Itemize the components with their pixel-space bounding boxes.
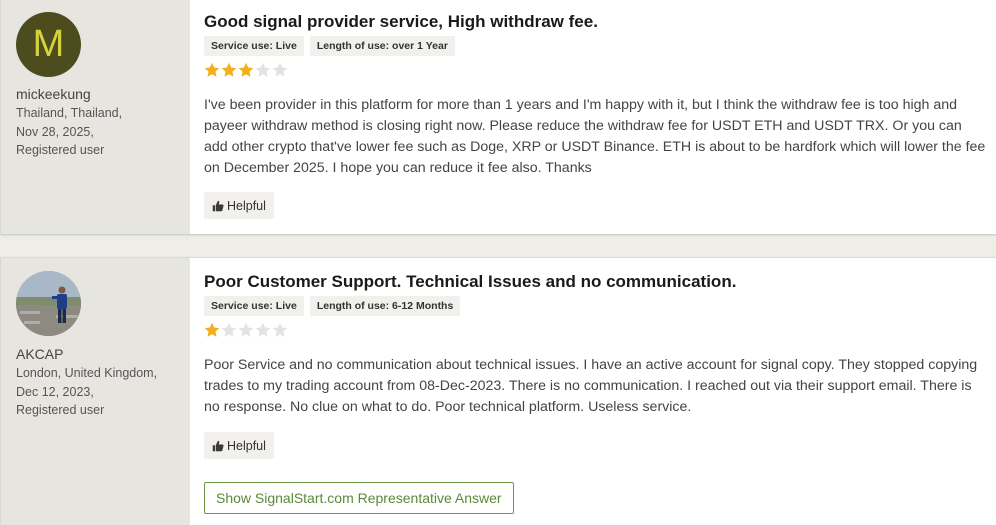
user-type: Registered user <box>16 403 105 417</box>
review-body: Poor Service and no communication about … <box>204 357 978 415</box>
reviewer-meta: London, United Kingdom, Dec 12, 2023, Re… <box>16 364 157 420</box>
avatar: M <box>16 12 81 77</box>
review-badges: Service use: Live Length of use: 6-12 Mo… <box>204 296 461 316</box>
star-empty-icon <box>272 322 288 337</box>
reviewer-username: AKCAP <box>16 346 64 362</box>
review-date: Dec 12, 2023, <box>16 384 94 399</box>
star-filled-icon <box>221 62 237 77</box>
avatar-letter: M <box>32 23 65 65</box>
review-content: Good signal provider service, High withd… <box>190 0 996 234</box>
thumbs-up-icon <box>212 440 224 451</box>
helpful-button[interactable]: Helpful <box>204 432 274 459</box>
star-filled-icon <box>238 62 254 77</box>
helpful-label: Helpful <box>227 438 266 453</box>
reviewer-sidebar: M mickeekung Thailand, Thailand, Nov 28,… <box>0 0 190 234</box>
thumbs-up-icon <box>212 200 224 211</box>
star-empty-icon <box>255 322 271 337</box>
star-filled-icon <box>204 322 220 337</box>
star-empty-icon <box>221 322 237 337</box>
length-of-use-badge: Length of use: over 1 Year <box>309 36 455 56</box>
review-body: I've been provider in this platform for … <box>204 97 986 176</box>
reviewer-sidebar: AKCAP London, United Kingdom, Dec 12, 20… <box>0 258 190 525</box>
review-date: Nov 28, 2025, <box>16 124 94 139</box>
user-type: Registered user <box>16 143 105 157</box>
review-content: Poor Customer Support. Technical Issues … <box>190 258 996 525</box>
avatar-photo <box>16 271 81 336</box>
reviewer-username: mickeekung <box>16 86 91 102</box>
reviewer-location: London, United Kingdom, <box>16 366 158 380</box>
helpful-label: Helpful <box>227 198 266 213</box>
star-empty-icon <box>255 62 271 77</box>
service-use-badge: Service use: Live <box>204 296 304 316</box>
star-rating <box>204 322 288 338</box>
review-title: Good signal provider service, High withd… <box>204 12 598 31</box>
review-badges: Service use: Live Length of use: over 1 … <box>204 36 455 56</box>
reviewer-meta: Thailand, Thailand, Nov 28, 2025, Regist… <box>16 104 122 160</box>
star-filled-icon <box>204 62 220 77</box>
review-title: Poor Customer Support. Technical Issues … <box>204 272 737 291</box>
review-card: M mickeekung Thailand, Thailand, Nov 28,… <box>0 0 996 234</box>
avatar <box>16 271 81 336</box>
helpful-button[interactable]: Helpful <box>204 192 274 219</box>
star-empty-icon <box>272 62 288 77</box>
service-use-badge: Service use: Live <box>204 36 304 56</box>
star-empty-icon <box>238 322 254 337</box>
star-rating <box>204 62 288 78</box>
length-of-use-badge: Length of use: 6-12 Months <box>309 296 461 316</box>
show-representative-answer-button[interactable]: Show SignalStart.com Representative Answ… <box>204 482 514 514</box>
reviewer-location: Thailand, Thailand, <box>16 106 123 120</box>
review-card: AKCAP London, United Kingdom, Dec 12, 20… <box>0 257 996 525</box>
